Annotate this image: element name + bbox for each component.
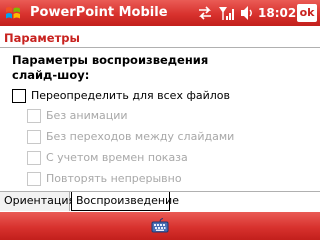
use-timings-checkbox[interactable] <box>27 151 41 165</box>
page-title-divider <box>0 47 320 48</box>
sync-arrows-icon[interactable] <box>197 5 213 21</box>
app-title: PowerPoint Mobile <box>30 5 168 20</box>
use-timings-label[interactable]: С учетом времен показа <box>46 151 188 164</box>
loop-continuously-checkbox[interactable] <box>27 172 41 186</box>
section-heading: Параметры воспроизведения слайд-шоу: <box>12 53 209 82</box>
signal-strength-icon[interactable] <box>218 5 236 21</box>
tab-playback[interactable]: Воспроизведение <box>71 192 179 211</box>
windows-flag-icon[interactable] <box>4 4 22 22</box>
clock[interactable]: 18:02 <box>258 6 296 20</box>
no-animation-checkbox[interactable] <box>27 109 41 123</box>
override-all-files-label[interactable]: Переопределить для всех файлов <box>31 89 230 102</box>
override-all-files-checkbox[interactable] <box>12 89 26 103</box>
loop-continuously-label[interactable]: Повторять непрерывно <box>46 172 182 185</box>
tab-orientation[interactable]: Ориентация <box>0 192 75 211</box>
no-transitions-checkbox[interactable] <box>27 130 41 144</box>
title-bar: PowerPoint Mobile 18:02 ok <box>0 0 320 26</box>
speaker-icon[interactable] <box>240 5 254 21</box>
page-title: Параметры <box>4 31 80 45</box>
no-transitions-label[interactable]: Без переходов между слайдами <box>46 130 234 143</box>
menu-bar <box>0 212 320 240</box>
ok-button[interactable]: ok <box>297 4 317 22</box>
keyboard-icon[interactable] <box>150 217 170 235</box>
no-animation-label[interactable]: Без анимации <box>46 109 128 122</box>
